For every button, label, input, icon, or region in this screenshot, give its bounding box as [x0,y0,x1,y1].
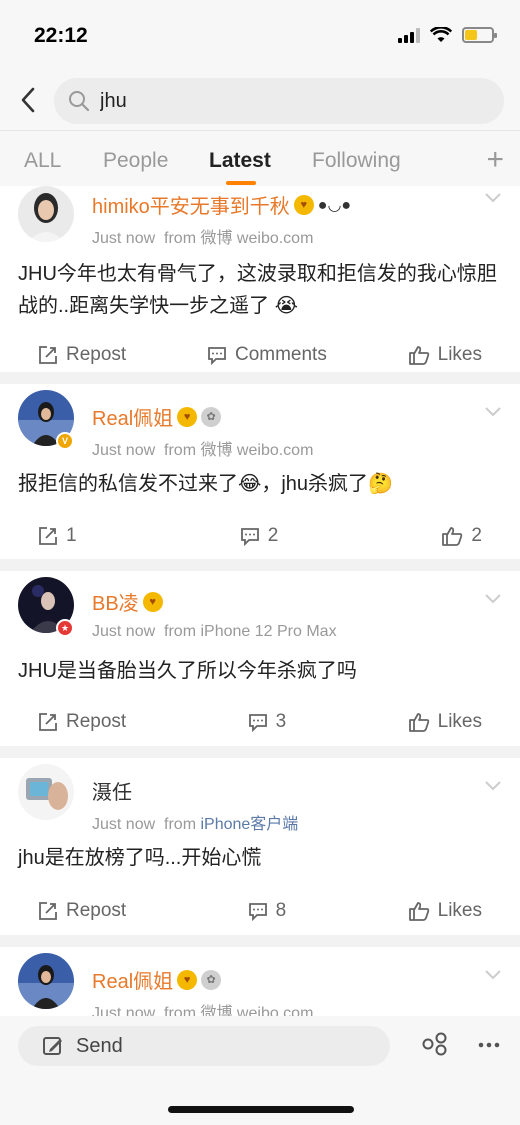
avatar[interactable] [18,953,74,1009]
source-link[interactable]: iPhone客户端 [200,816,298,833]
post-actions: Repost Comments Likes [0,322,520,388]
home-indicator [168,1106,354,1113]
chevron-down-icon[interactable] [484,969,502,981]
post-actions: Repost 3 Likes [0,693,520,751]
post-card[interactable]: Real佩姐 ♥ ✿ Just now from 微博 weibo.com [0,947,520,1016]
comments-button[interactable]: Comments [207,344,327,366]
repost-button[interactable]: Repost [38,344,126,366]
thumbs-up-icon [408,713,429,732]
panda-badge-icon: ●◡● [317,196,352,214]
repost-button[interactable]: Repost [38,900,126,922]
thumbs-up-icon [442,527,463,546]
repost-icon [39,346,57,364]
badge-icon: ♥ [142,591,163,612]
send-input[interactable]: Send [18,1026,390,1066]
username-text: 滠任 [92,782,132,804]
verified-badge-icon: V [56,432,74,450]
post-meta: Just now from iPhone 12 Pro Max [92,623,337,640]
chevron-left-icon [21,87,35,113]
repost-icon [39,527,57,545]
verified-badge-icon: ★ [56,619,74,637]
wifi-icon [430,27,452,42]
medal-icon: ✿ [201,406,222,427]
username-text: BB凌 [92,593,139,615]
badge-icon: ♥ [293,194,314,215]
post-text: JHU是当备胎当久了所以今年杀疯了吗 [18,660,357,682]
search-icon [69,91,90,112]
comment-icon [240,528,259,546]
tab-following[interactable]: Following [312,149,401,173]
username[interactable]: Real佩姐 ♥ ✿ [92,402,222,431]
avatar[interactable] [18,764,74,820]
chevron-down-icon[interactable] [484,192,502,204]
badge-icon: ♥ [177,406,198,427]
active-tab-indicator [226,181,256,185]
add-tab-icon[interactable]: + [486,143,504,177]
search-box[interactable] [54,78,504,124]
battery-icon [462,27,497,43]
more-icon[interactable] [478,1042,500,1048]
post-card[interactable]: ★ BB凌 ♥ Just now from iPhone 12 Pro Max … [0,571,520,746]
post-feed[interactable]: himiko平安无事到千秋 ♥ ●◡● Just now from 微博 wei… [0,186,520,1016]
back-button[interactable] [14,82,42,118]
post-actions: 1 2 2 [0,508,520,564]
comment-icon [248,714,267,732]
edit-icon [43,1037,62,1055]
username-text: Real佩姐 [92,971,174,993]
likes-button[interactable]: 2 [441,525,482,547]
username[interactable]: BB凌 ♥ [92,587,163,616]
tab-people[interactable]: People [103,149,168,173]
repost-button[interactable]: 1 [38,525,77,547]
post-meta: Just now from 微博 weibo.com [92,1005,314,1016]
tab-latest[interactable]: Latest [209,149,271,173]
repost-button[interactable]: Repost [38,711,126,733]
username[interactable]: 滠任 [92,776,132,805]
thumbs-up-icon [408,346,429,365]
send-label: Send [76,1034,123,1057]
post-text: JHU今年也太有骨气了，这波录取和拒信发的我心惊胆战的..距离失学快一步之遥了 … [18,263,497,317]
avatar[interactable] [18,186,74,242]
likes-button[interactable]: Likes [408,711,482,733]
repost-icon [39,902,57,920]
chevron-down-icon[interactable] [484,780,502,792]
chevron-down-icon[interactable] [484,406,502,418]
post-actions: Repost 8 Likes [0,882,520,940]
status-bar: 22:12 [0,0,520,72]
status-time: 22:12 [34,24,88,47]
status-icons [398,27,497,43]
share-icon[interactable] [422,1032,448,1056]
post-meta: Just now from 微博 weibo.com [92,230,314,247]
likes-button[interactable]: Likes [408,344,482,366]
badge-icon: ♥ [177,969,198,990]
comments-button[interactable]: 3 [248,711,286,733]
username-text: himiko平安无事到千秋 [92,196,290,218]
post-card[interactable]: himiko平安无事到千秋 ♥ ●◡● Just now from 微博 wei… [0,186,520,372]
comments-button[interactable]: 8 [248,900,286,922]
post-meta: Just now from iPhone客户端 [92,816,299,833]
tab-bar: ALL People Latest Following + [0,130,520,186]
comment-icon [208,347,226,365]
bottom-bar: Send [0,1016,520,1125]
thumbs-up-icon [408,902,429,921]
comments-button[interactable]: 2 [240,525,278,547]
repost-icon [39,713,57,731]
medal-icon: ✿ [201,969,222,990]
likes-button[interactable]: Likes [408,900,482,922]
username[interactable]: Real佩姐 ♥ ✿ [92,965,222,994]
chevron-down-icon[interactable] [484,593,502,605]
post-card[interactable]: 滠任 Just now from iPhone客户端 jhu是在放榜了吗...开… [0,758,520,935]
username-text: Real佩姐 [92,408,174,430]
tab-all[interactable]: ALL [24,149,61,173]
search-header [0,72,520,130]
username[interactable]: himiko平安无事到千秋 ♥ ●◡● [92,190,351,219]
post-card[interactable]: V Real佩姐 ♥ ✿ Just now from 微博 weibo.com … [0,384,520,559]
comment-icon [248,903,267,921]
post-meta: Just now from 微博 weibo.com [92,442,314,459]
search-input[interactable] [100,89,460,113]
cellular-signal-icon [398,27,420,43]
